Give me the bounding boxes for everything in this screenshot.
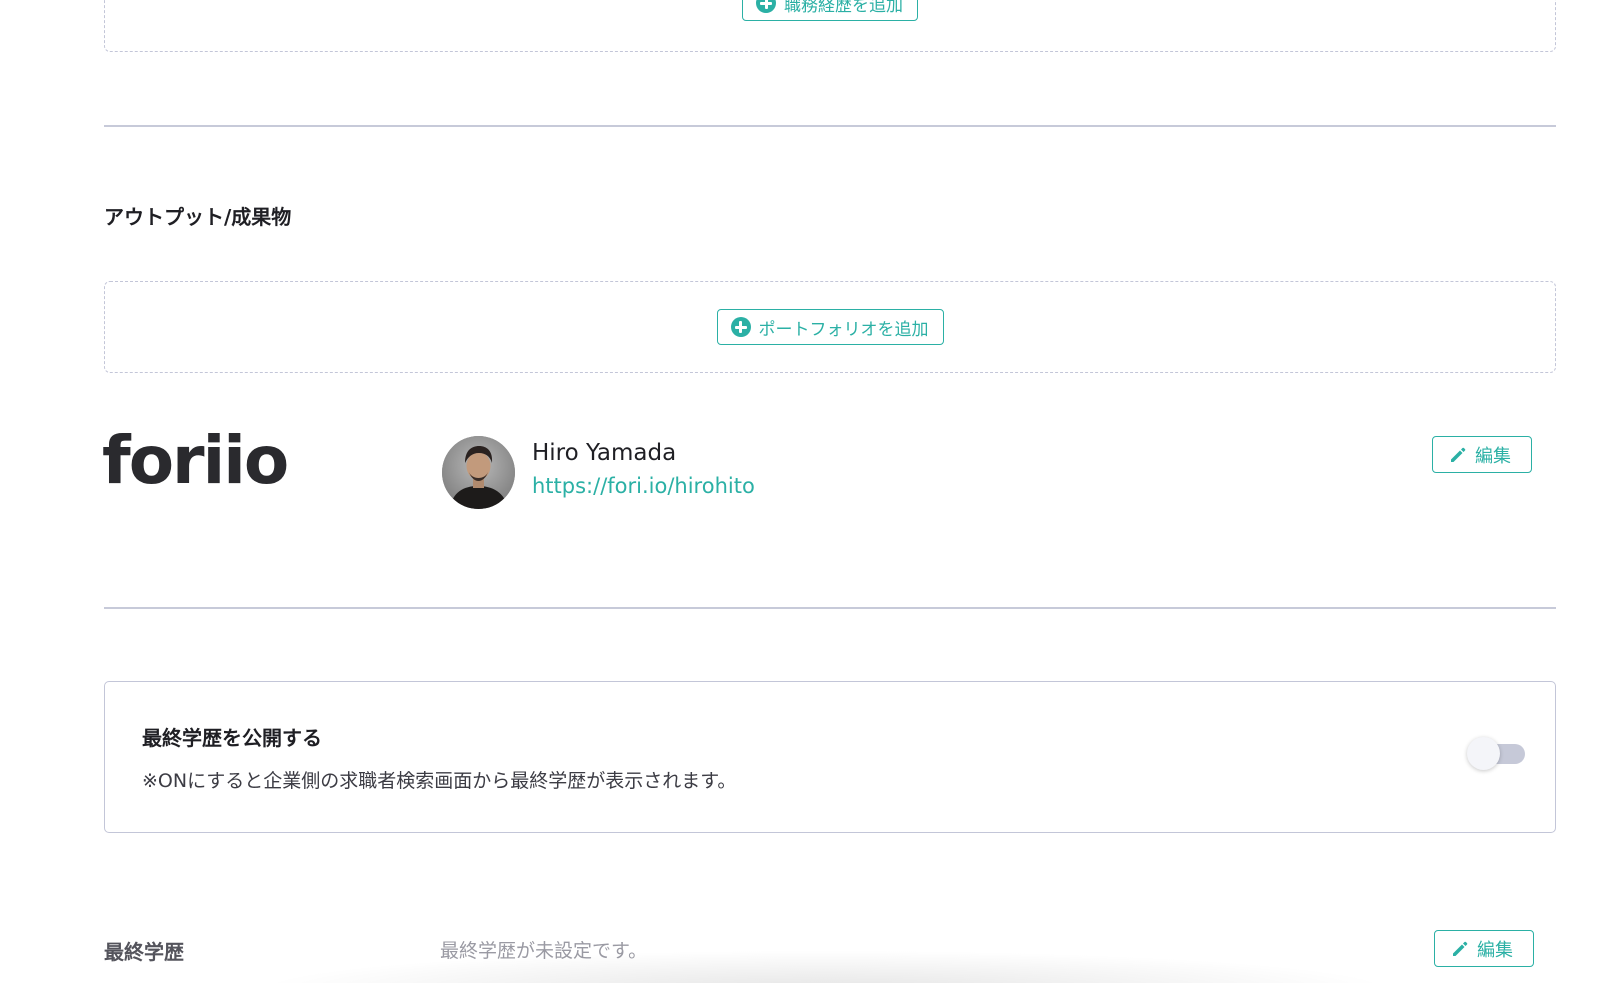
education-publish-description: ※ONにすると企業側の求職者検索画面から最終学歴が表示されます。: [142, 770, 737, 792]
section-divider: [104, 607, 1556, 609]
education-publish-toggle[interactable]: [1467, 736, 1527, 770]
toggle-knob: [1467, 737, 1500, 770]
plus-circle-icon: [730, 317, 751, 337]
profile-edit-page: 職務経歴を追加 アウトプット/成果物 ポートフォリオを追加 foriio Hir…: [0, 0, 1600, 983]
career-add-area: 職務経歴を追加: [104, 0, 1556, 52]
add-career-button[interactable]: 職務経歴を追加: [742, 0, 918, 21]
add-portfolio-button[interactable]: ポートフォリオを追加: [716, 309, 944, 345]
profile-url-link[interactable]: https://fori.io/hirohito: [532, 474, 755, 498]
add-career-label: 職務経歴を追加: [784, 0, 903, 15]
bottom-shadow: [250, 950, 1400, 983]
education-publish-card: 最終学歴を公開する ※ONにすると企業側の求職者検索画面から最終学歴が表示されま…: [104, 681, 1556, 833]
pencil-icon: [1451, 447, 1466, 462]
edit-label: 編集: [1477, 939, 1513, 960]
foriio-logo: foriio: [102, 422, 289, 499]
edit-label: 編集: [1475, 445, 1511, 466]
education-value: 最終学歴が未設定です。: [440, 940, 648, 962]
profile-name: Hiro Yamada: [532, 440, 677, 466]
output-section-title: アウトプット/成果物: [104, 205, 292, 229]
pencil-icon: [1453, 941, 1468, 956]
edit-education-button[interactable]: 編集: [1434, 930, 1534, 967]
add-portfolio-label: ポートフォリオを追加: [758, 319, 929, 339]
education-label: 最終学歴: [104, 940, 184, 964]
education-publish-title: 最終学歴を公開する: [142, 726, 322, 750]
plus-circle-icon: [756, 0, 776, 13]
edit-portfolio-button[interactable]: 編集: [1432, 436, 1532, 473]
portfolio-add-area: ポートフォリオを追加: [104, 281, 1556, 373]
avatar: [442, 436, 515, 509]
avatar-photo: [442, 436, 515, 509]
section-divider: [104, 125, 1556, 127]
